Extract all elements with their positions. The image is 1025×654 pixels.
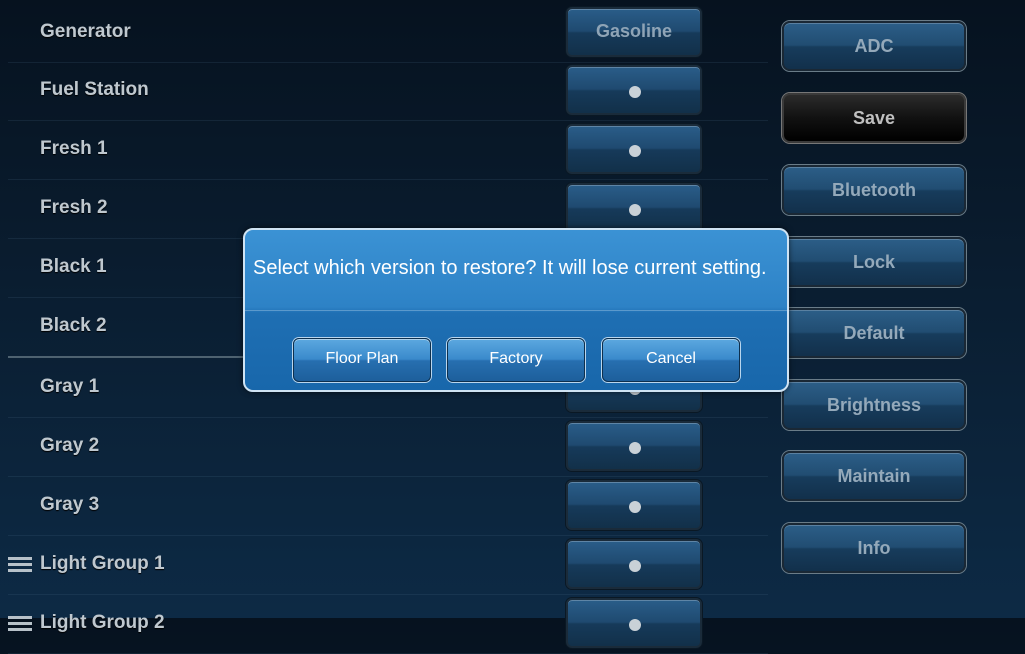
row-label-fresh-1: Fresh 1: [40, 138, 108, 159]
generator-fuel-value: Gasoline: [595, 21, 673, 41]
row-label-black-2: Black 2: [40, 315, 107, 336]
dialog-message: Select which version to restore? It will…: [253, 257, 767, 279]
list-item: Gray 2: [8, 418, 768, 477]
factory-button[interactable]: Factory: [447, 338, 585, 382]
row-label-gray-2: Gray 2: [40, 435, 100, 456]
cancel-button[interactable]: Cancel: [602, 338, 740, 382]
floor-plan-button[interactable]: Floor Plan: [293, 338, 431, 382]
list-item: Light Group 1: [8, 536, 768, 595]
row-label-black-1: Black 1: [40, 256, 107, 277]
row-label-fresh-2: Fresh 2: [40, 197, 108, 218]
status-dot-icon: [629, 442, 641, 454]
fuel-station-toggle[interactable]: [566, 65, 702, 115]
status-dot-icon: [629, 619, 641, 631]
restore-dialog: Select which version to restore? It will…: [243, 228, 789, 392]
row-label-generator: Generator: [40, 21, 131, 42]
bluetooth-button[interactable]: Bluetooth: [782, 165, 966, 215]
gray-3-toggle[interactable]: [566, 480, 702, 530]
row-label-gray-1: Gray 1: [40, 376, 100, 397]
maintain-button[interactable]: Maintain: [782, 451, 966, 501]
list-item: Fresh 1: [8, 121, 768, 180]
light-group-1-toggle[interactable]: [566, 539, 702, 589]
gray-2-toggle[interactable]: [566, 421, 702, 471]
row-label-fuel-station: Fuel Station: [40, 79, 149, 100]
status-dot-icon: [629, 145, 641, 157]
list-item: Fuel Station: [8, 62, 768, 121]
status-dot-icon: [629, 560, 641, 572]
fresh-2-toggle[interactable]: [566, 183, 702, 233]
drag-handle-icon[interactable]: [8, 616, 32, 632]
adc-button[interactable]: ADC: [782, 21, 966, 71]
row-label-light-group-1: Light Group 1: [40, 553, 165, 574]
status-dot-icon: [629, 204, 641, 216]
status-dot-icon: [629, 86, 641, 98]
list-item: Generator Gasoline: [8, 4, 768, 63]
lock-button[interactable]: Lock: [782, 237, 966, 287]
fresh-1-toggle[interactable]: [566, 124, 702, 174]
status-dot-icon: [629, 501, 641, 513]
info-button[interactable]: Info: [782, 523, 966, 573]
brightness-button[interactable]: Brightness: [782, 380, 966, 430]
save-button[interactable]: Save: [782, 93, 966, 143]
row-label-gray-3: Gray 3: [40, 494, 100, 515]
list-item: Light Group 2: [8, 595, 768, 654]
dialog-divider: [245, 310, 787, 311]
generator-fuel-button[interactable]: Gasoline: [566, 7, 702, 57]
row-label-light-group-2: Light Group 2: [40, 612, 165, 633]
drag-handle-icon[interactable]: [8, 557, 32, 573]
light-group-2-toggle[interactable]: [566, 598, 702, 648]
default-button[interactable]: Default: [782, 308, 966, 358]
list-item: Gray 3: [8, 477, 768, 536]
